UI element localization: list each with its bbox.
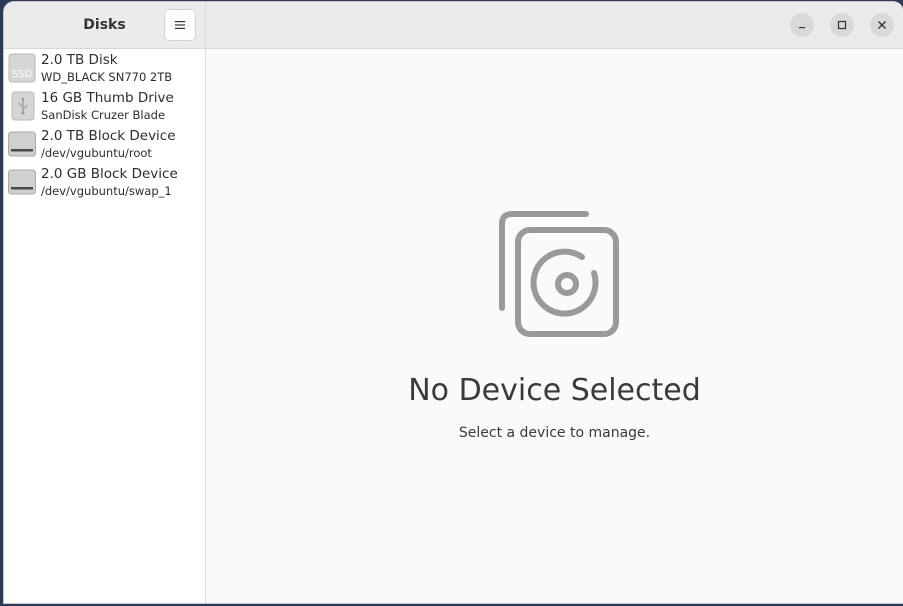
block-device-icon — [8, 169, 36, 195]
device-path: /dev/vgubuntu/swap_1 — [41, 184, 172, 198]
close-icon — [878, 21, 886, 29]
device-list: SSD 2.0 TB Disk WD_BLACK SN770 2TB 16 GB… — [4, 50, 205, 202]
maximize-button[interactable] — [830, 13, 854, 37]
minimize-icon — [799, 27, 805, 29]
device-model: WD_BLACK SN770 2TB — [41, 70, 173, 84]
hamburger-menu-icon — [175, 21, 185, 29]
main-menu-button[interactable] — [164, 9, 196, 41]
usb-drive-icon — [11, 91, 35, 121]
device-name: 2.0 TB Disk — [41, 52, 118, 68]
device-item-block-device-root[interactable]: 2.0 TB Block Device /dev/vgubuntu/root — [4, 126, 205, 164]
ssd-icon: SSD — [8, 53, 36, 83]
device-name: 2.0 TB Block Device — [41, 128, 176, 144]
empty-state-subtitle: Select a device to manage. — [458, 425, 651, 441]
svg-text:SSD: SSD — [12, 69, 33, 80]
disks-window: Disks SSD 2.0 TB Disk WD_BLACK SN770 2TB — [4, 2, 903, 603]
minimize-button[interactable] — [790, 13, 814, 37]
block-device-icon — [8, 131, 36, 157]
empty-state-title: No Device Selected — [408, 373, 701, 408]
device-item-2tb-disk[interactable]: SSD 2.0 TB Disk WD_BLACK SN770 2TB — [4, 50, 205, 88]
device-item-block-device-swap[interactable]: 2.0 GB Block Device /dev/vgubuntu/swap_1 — [4, 164, 205, 202]
device-item-thumb-drive[interactable]: 16 GB Thumb Drive SanDisk Cruzer Blade — [4, 88, 205, 126]
sidebar: Disks SSD 2.0 TB Disk WD_BLACK SN770 2TB — [4, 2, 206, 603]
device-name: 2.0 GB Block Device — [41, 166, 178, 182]
close-button[interactable] — [870, 13, 894, 37]
device-name: 16 GB Thumb Drive — [41, 90, 174, 106]
maximize-icon — [837, 20, 847, 30]
main-header — [206, 2, 903, 49]
device-model: SanDisk Cruzer Blade — [41, 108, 166, 122]
device-path: /dev/vgubuntu/root — [41, 146, 152, 160]
main-content: No Device Selected Select a device to ma… — [206, 49, 903, 603]
sidebar-header: Disks — [4, 2, 205, 49]
disk-placeholder-icon — [499, 211, 619, 337]
